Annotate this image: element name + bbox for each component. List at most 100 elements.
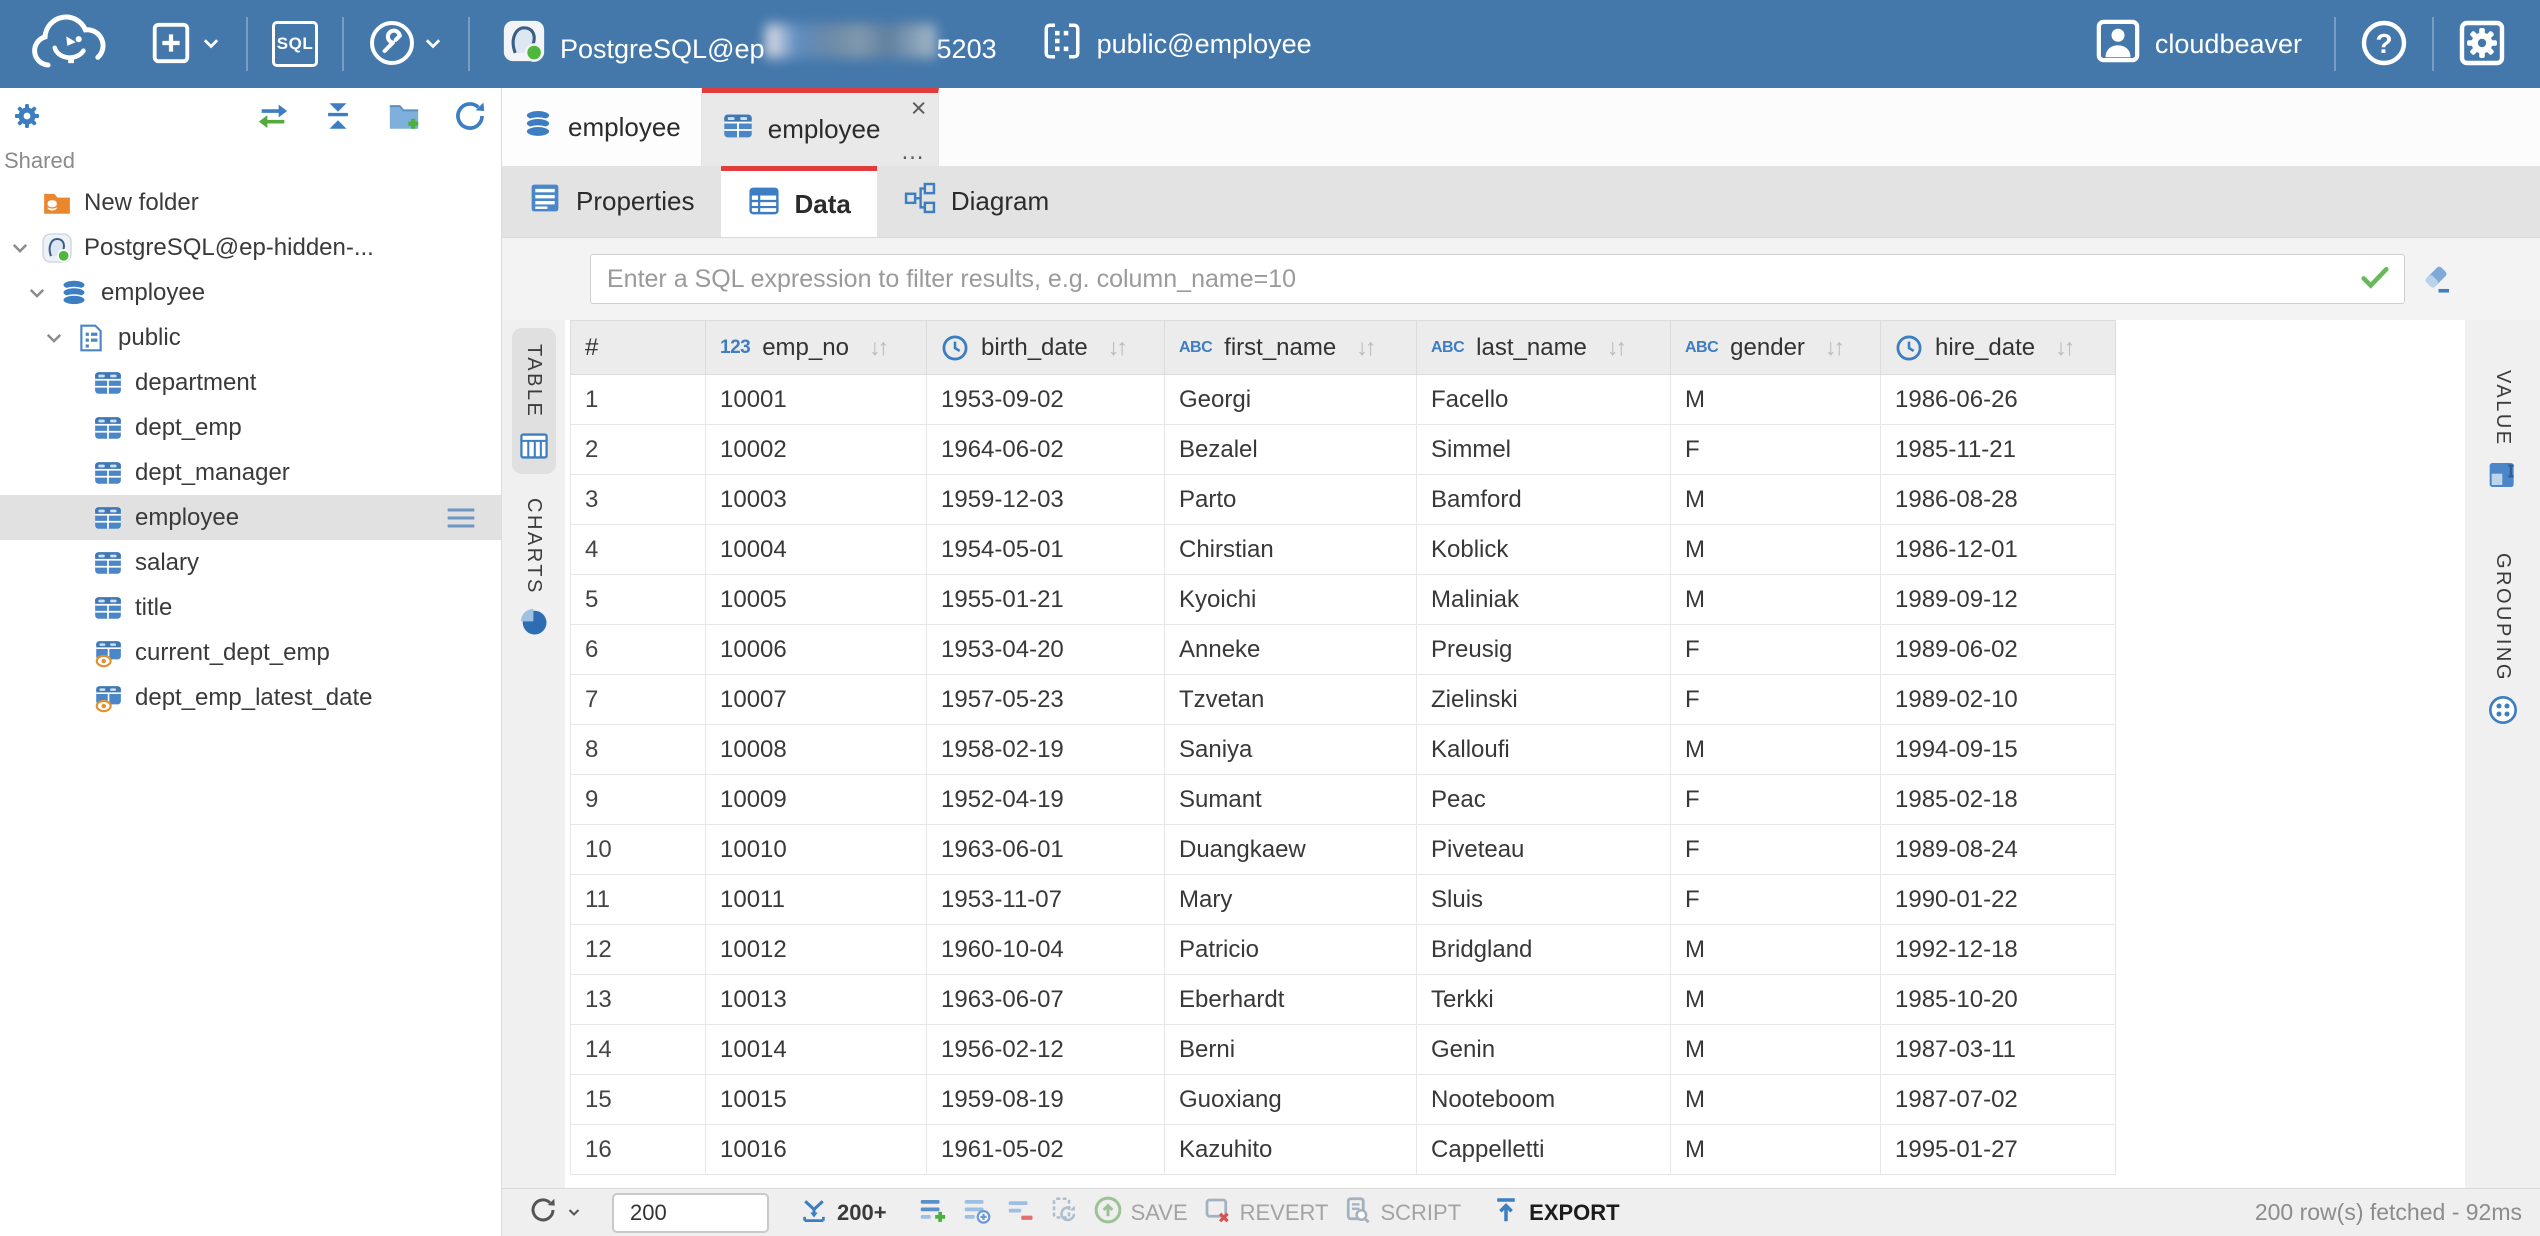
cell-first_name[interactable]: Kazuhito bbox=[1165, 1125, 1417, 1175]
cell-gender[interactable]: M bbox=[1671, 925, 1881, 975]
tree-item-public[interactable]: public bbox=[0, 315, 501, 360]
tree-item-employee[interactable]: employee bbox=[0, 270, 501, 315]
cell-emp_no[interactable]: 10008 bbox=[706, 725, 927, 775]
cell-gender[interactable]: F bbox=[1671, 425, 1881, 475]
cell-birth_date[interactable]: 1954-05-01 bbox=[927, 525, 1165, 575]
cell-gender[interactable]: M bbox=[1671, 975, 1881, 1025]
tree-item-dept-manager[interactable]: dept_manager bbox=[0, 450, 501, 495]
cell-emp_no[interactable]: 10016 bbox=[706, 1125, 927, 1175]
row-number-cell[interactable]: 4 bbox=[571, 525, 706, 575]
sort-icon[interactable]: ↓↑ bbox=[1825, 334, 1842, 361]
cell-emp_no[interactable]: 10015 bbox=[706, 1075, 927, 1125]
cell-first_name[interactable]: Duangkaew bbox=[1165, 825, 1417, 875]
tree-item-new-folder[interactable]: New folder bbox=[0, 180, 501, 225]
chevron-down-icon[interactable] bbox=[27, 283, 59, 303]
cell-last_name[interactable]: Sluis bbox=[1417, 875, 1671, 925]
cell-hire_date[interactable]: 1985-11-21 bbox=[1881, 425, 2116, 475]
cell-hire_date[interactable]: 1992-12-18 bbox=[1881, 925, 2116, 975]
cell-gender[interactable]: M bbox=[1671, 525, 1881, 575]
cell-birth_date[interactable]: 1957-05-23 bbox=[927, 675, 1165, 725]
cell-first_name[interactable]: Georgi bbox=[1165, 375, 1417, 425]
fetch-more-button[interactable]: 200+ bbox=[799, 1195, 887, 1231]
cell-hire_date[interactable]: 1990-01-22 bbox=[1881, 875, 2116, 925]
cell-first_name[interactable]: Saniya bbox=[1165, 725, 1417, 775]
cell-hire_date[interactable]: 1995-01-27 bbox=[1881, 1125, 2116, 1175]
clear-filter-button[interactable] bbox=[2419, 260, 2455, 299]
cell-hire_date[interactable]: 1985-02-18 bbox=[1881, 775, 2116, 825]
column-header-birth_date[interactable]: birth_date↓↑ bbox=[927, 321, 1165, 375]
column-header-hire_date[interactable]: hire_date↓↑ bbox=[1881, 321, 2116, 375]
cell-last_name[interactable]: Simmel bbox=[1417, 425, 1671, 475]
cell-emp_no[interactable]: 10004 bbox=[706, 525, 927, 575]
cell-emp_no[interactable]: 10009 bbox=[706, 775, 927, 825]
cell-last_name[interactable]: Genin bbox=[1417, 1025, 1671, 1075]
cell-birth_date[interactable]: 1963-06-07 bbox=[927, 975, 1165, 1025]
cell-hire_date[interactable]: 1989-02-10 bbox=[1881, 675, 2116, 725]
row-number-cell[interactable]: 6 bbox=[571, 625, 706, 675]
row-number-cell[interactable]: 12 bbox=[571, 925, 706, 975]
row-number-cell[interactable]: 5 bbox=[571, 575, 706, 625]
cell-first_name[interactable]: Kyoichi bbox=[1165, 575, 1417, 625]
cell-hire_date[interactable]: 1989-08-24 bbox=[1881, 825, 2116, 875]
cell-first_name[interactable]: Chirstian bbox=[1165, 525, 1417, 575]
cell-emp_no[interactable]: 10014 bbox=[706, 1025, 927, 1075]
sql-editor-button[interactable]: SQL bbox=[258, 0, 332, 88]
tab-diagram[interactable]: Diagram bbox=[877, 166, 1075, 237]
row-number-cell[interactable]: 13 bbox=[571, 975, 706, 1025]
fetch-size-input[interactable] bbox=[612, 1193, 769, 1233]
column-header-first_name[interactable]: ABCfirst_name↓↑ bbox=[1165, 321, 1417, 375]
cell-emp_no[interactable]: 10007 bbox=[706, 675, 927, 725]
column-header-gender[interactable]: ABCgender↓↑ bbox=[1671, 321, 1881, 375]
cell-first_name[interactable]: Anneke bbox=[1165, 625, 1417, 675]
cell-birth_date[interactable]: 1959-12-03 bbox=[927, 475, 1165, 525]
cell-gender[interactable]: M bbox=[1671, 375, 1881, 425]
tab-employee-database[interactable]: employee bbox=[502, 88, 702, 166]
cell-birth_date[interactable]: 1955-01-21 bbox=[927, 575, 1165, 625]
cell-birth_date[interactable]: 1953-11-07 bbox=[927, 875, 1165, 925]
row-number-cell[interactable]: 8 bbox=[571, 725, 706, 775]
sort-icon[interactable]: ↓↑ bbox=[1607, 334, 1624, 361]
tab-employee-table[interactable]: employee × … bbox=[702, 88, 940, 166]
save-button[interactable]: SAVE bbox=[1093, 1195, 1188, 1231]
cell-first_name[interactable]: Tzvetan bbox=[1165, 675, 1417, 725]
cell-last_name[interactable]: Nooteboom bbox=[1417, 1075, 1671, 1125]
cell-gender[interactable]: F bbox=[1671, 675, 1881, 725]
export-button[interactable]: EXPORT bbox=[1491, 1195, 1619, 1231]
filter-input[interactable]: Enter a SQL expression to filter results… bbox=[590, 254, 2405, 304]
cell-last_name[interactable]: Bridgland bbox=[1417, 925, 1671, 975]
duplicate-row-button[interactable] bbox=[961, 1195, 991, 1231]
sync-connection-button[interactable] bbox=[255, 99, 291, 136]
refresh-results-button[interactable] bbox=[528, 1195, 582, 1231]
row-number-cell[interactable]: 16 bbox=[571, 1125, 706, 1175]
delete-row-button[interactable] bbox=[1005, 1195, 1035, 1231]
cell-last_name[interactable]: Peac bbox=[1417, 775, 1671, 825]
cell-birth_date[interactable]: 1964-06-02 bbox=[927, 425, 1165, 475]
cell-birth_date[interactable]: 1953-09-02 bbox=[927, 375, 1165, 425]
cell-emp_no[interactable]: 10013 bbox=[706, 975, 927, 1025]
cell-first_name[interactable]: Guoxiang bbox=[1165, 1075, 1417, 1125]
cell-gender[interactable]: M bbox=[1671, 725, 1881, 775]
cell-first_name[interactable]: Sumant bbox=[1165, 775, 1417, 825]
cell-last_name[interactable]: Zielinski bbox=[1417, 675, 1671, 725]
column-header-row-number[interactable]: # bbox=[571, 321, 706, 375]
cell-last_name[interactable]: Kalloufi bbox=[1417, 725, 1671, 775]
script-button[interactable]: SCRIPT bbox=[1342, 1195, 1461, 1231]
cell-gender[interactable]: M bbox=[1671, 1125, 1881, 1175]
tree-item-dept-emp-latest-date[interactable]: dept_emp_latest_date bbox=[0, 675, 501, 720]
cell-last_name[interactable]: Preusig bbox=[1417, 625, 1671, 675]
cell-gender[interactable]: F bbox=[1671, 875, 1881, 925]
tree-item-employee[interactable]: employee bbox=[0, 495, 501, 540]
chevron-down-icon[interactable] bbox=[44, 328, 76, 348]
connection-selector[interactable]: PostgreSQL@ep5203 bbox=[480, 0, 1019, 88]
schema-selector[interactable]: public@employee bbox=[1019, 0, 1334, 88]
cell-first_name[interactable]: Bezalel bbox=[1165, 425, 1417, 475]
row-number-cell[interactable]: 9 bbox=[571, 775, 706, 825]
tree-item-title[interactable]: title bbox=[0, 585, 501, 630]
cell-hire_date[interactable]: 1986-08-28 bbox=[1881, 475, 2116, 525]
row-menu-icon[interactable] bbox=[445, 506, 477, 530]
cell-emp_no[interactable]: 10002 bbox=[706, 425, 927, 475]
driver-manager-button[interactable] bbox=[354, 0, 458, 88]
cell-hire_date[interactable]: 1986-06-26 bbox=[1881, 375, 2116, 425]
tree-item-department[interactable]: department bbox=[0, 360, 501, 405]
tab-overflow-icon[interactable]: … bbox=[900, 140, 924, 164]
